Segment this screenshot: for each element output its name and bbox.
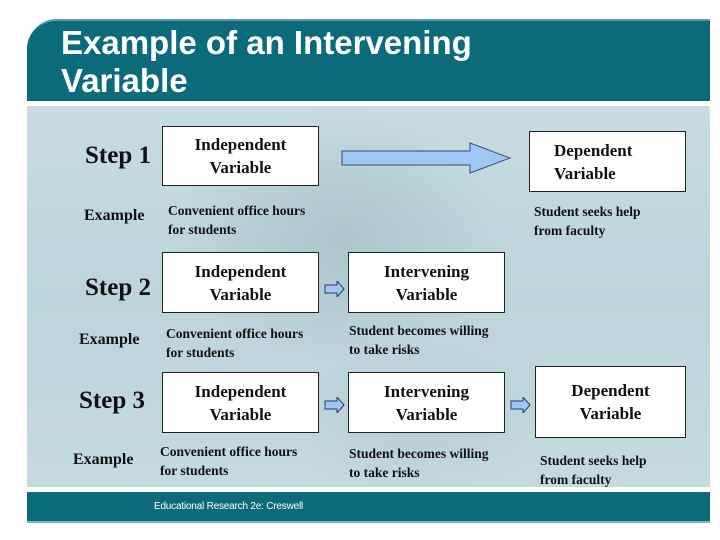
title-line-2: Variable (61, 62, 188, 99)
step-2-intervening-variable-box: Intervening Variable (348, 252, 505, 313)
step-3-example-label: Example (73, 451, 134, 468)
box-line-1: Independent (194, 381, 287, 401)
desc-line-1: Convenient office hours (166, 326, 304, 341)
desc-line-2: from faculty (534, 223, 606, 238)
desc-line-2: to take risks (349, 342, 420, 357)
step-3-dependent-example: Student seeks help from faculty (540, 451, 647, 489)
small-right-arrow-icon (324, 397, 345, 413)
desc-line-1: Student becomes willing (349, 323, 489, 338)
step-2-intervening-example: Student becomes willing to take risks (349, 321, 489, 359)
step-3-independent-example: Convenient office hours for students (160, 442, 297, 480)
box-line-2: Variable (209, 284, 272, 304)
step-1-independent-variable-box: Independent Variable (162, 126, 319, 186)
step-2-label: Step 2 (85, 274, 151, 301)
desc-line-1: Convenient office hours (160, 444, 298, 459)
slide-header: Example of an Intervening Variable (27, 19, 710, 101)
desc-line-1: Student becomes willing (349, 446, 489, 461)
step-1-dependent-variable-box: Dependent Variable (529, 131, 686, 192)
box-line-1: Dependent (571, 381, 650, 400)
step-2-example-label: Example (79, 331, 140, 348)
step-3-label: Step 3 (79, 387, 145, 414)
box-line-2: Variable (554, 163, 616, 183)
slide-footer: Educational Research 2e: Creswell (27, 492, 710, 523)
step-1-independent-example: Convenient office hours for students (168, 201, 305, 239)
desc-line-2: for students (166, 345, 235, 360)
step-2-independent-variable-box: Independent Variable (162, 252, 319, 313)
step-3-dependent-variable-box: Dependent Variable (535, 366, 686, 438)
slide-title: Example of an Intervening Variable (61, 24, 472, 100)
box-line-2: Variable (209, 158, 272, 177)
small-right-arrow-icon (324, 281, 345, 297)
desc-line-2: for students (168, 222, 237, 237)
desc-line-2: to take risks (349, 465, 420, 480)
step-3-intervening-example: Student becomes willing to take risks (349, 444, 489, 482)
desc-line-1: Convenient office hours (168, 203, 306, 218)
desc-line-1: Student seeks help (540, 453, 647, 468)
step-1-label: Step 1 (85, 142, 151, 169)
footer-citation: Educational Research 2e: Creswell (153, 501, 304, 512)
title-line-1: Example of an Intervening (61, 24, 472, 61)
desc-line-2: for students (160, 463, 229, 478)
box-line-2: Variable (395, 404, 458, 424)
desc-line-1: Student seeks help (534, 204, 641, 219)
step-3-intervening-variable-box: Intervening Variable (348, 372, 505, 433)
box-line-1: Independent (194, 135, 287, 154)
step-1-dependent-example: Student seeks help from faculty (534, 202, 641, 240)
box-line-1: Intervening (384, 261, 469, 281)
box-line-2: Variable (579, 404, 642, 423)
box-line-1: Dependent (554, 140, 633, 160)
step-3-independent-variable-box: Independent Variable (162, 372, 319, 433)
desc-line-2: from faculty (540, 472, 612, 487)
box-line-2: Variable (209, 404, 272, 424)
large-right-arrow-icon (341, 142, 512, 174)
step-1-example-label: Example (84, 207, 145, 224)
step-2-independent-example: Convenient office hours for students (166, 324, 303, 362)
box-line-1: Intervening (384, 381, 469, 401)
box-line-1: Independent (194, 261, 287, 281)
box-line-2: Variable (395, 284, 458, 304)
small-right-arrow-icon (510, 397, 531, 413)
